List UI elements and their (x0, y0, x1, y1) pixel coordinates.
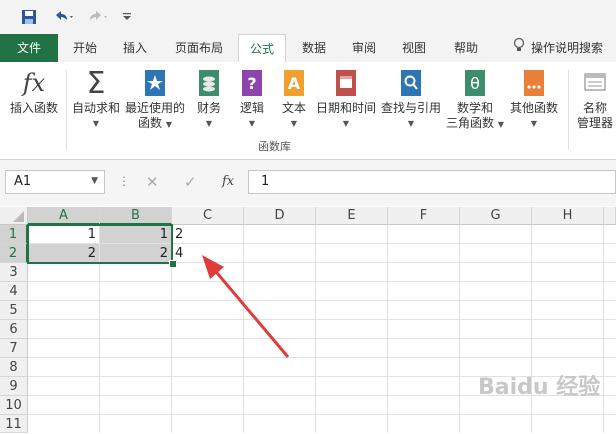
more-options-icon: ⋮ (118, 174, 130, 188)
theta-book-icon: θ (461, 68, 489, 98)
row-header-10[interactable]: 10 (0, 396, 28, 415)
row-header-4[interactable]: 4 (0, 282, 28, 301)
row-header-11[interactable]: 11 (0, 415, 28, 433)
customize-qat-icon[interactable] (120, 7, 134, 27)
logical-button[interactable]: ? 逻辑 ▼ (234, 68, 270, 131)
save-icon[interactable] (18, 7, 40, 27)
tab-insert[interactable]: 插入 (112, 34, 158, 62)
column-header-c[interactable]: C (172, 207, 244, 225)
row-header-5[interactable]: 5 (0, 301, 28, 320)
column-header-next[interactable] (604, 207, 616, 225)
column-header-f[interactable]: F (388, 207, 460, 225)
lookup-reference-button[interactable]: 查找与引用 ▼ (380, 68, 442, 131)
name-box[interactable]: A1 ▼ (5, 170, 105, 194)
quick-access-toolbar (0, 0, 616, 34)
recently-used-button[interactable]: 最近使用的 函数 ▼ (124, 68, 186, 132)
column-header-b[interactable]: B (100, 207, 172, 225)
redo-icon[interactable] (84, 7, 112, 27)
tab-home[interactable]: 开始 (62, 34, 108, 62)
enter-icon[interactable]: ✓ (184, 173, 197, 191)
svg-text:A: A (288, 74, 301, 93)
column-header-e[interactable]: E (316, 207, 388, 225)
annotation-arrow (202, 255, 290, 358)
group-label-function-library: 函数库 (258, 140, 291, 153)
tell-me-search[interactable]: 操作说明搜索 (504, 34, 612, 62)
watermark-logo: Baidu 经验 (478, 375, 601, 400)
row-header-1[interactable]: 1 (0, 225, 28, 244)
text-book-icon: A (280, 68, 308, 98)
svg-text:?: ? (247, 74, 256, 93)
formula-input[interactable]: 1 (248, 170, 616, 194)
column-header-g[interactable]: G (460, 207, 532, 225)
column-header-a[interactable]: A (28, 207, 100, 225)
undo-icon[interactable] (50, 7, 78, 27)
column-header-d[interactable]: D (244, 207, 316, 225)
sigma-icon: Σ (86, 65, 106, 101)
row-header-8[interactable]: 8 (0, 358, 28, 377)
tab-data[interactable]: 数据 (292, 34, 336, 62)
tab-help[interactable]: 帮助 (444, 34, 488, 62)
tab-file[interactable]: 文件 (0, 34, 58, 62)
magnifier-book-icon (397, 68, 425, 98)
cell-c1[interactable]: 2 (172, 225, 244, 244)
autosum-button[interactable]: Σ 自动求和 ▼ (68, 68, 124, 131)
lightbulb-icon (513, 35, 525, 63)
insert-function-button[interactable]: fx 插入函数 (4, 68, 64, 116)
tab-review[interactable]: 审阅 (342, 34, 386, 62)
row-header-6[interactable]: 6 (0, 320, 28, 339)
ribbon-tab-bar: 文件 开始 插入 页面布局 公式 数据 审阅 视图 帮助 操作说明搜索 (0, 34, 616, 63)
name-manager-icon (581, 68, 609, 98)
tell-me-label: 操作说明搜索 (530, 41, 603, 55)
financial-button[interactable]: 财务 ▼ (190, 68, 228, 131)
math-trig-button[interactable]: θ 数学和 三角函数 ▼ (444, 68, 506, 132)
tab-page-layout[interactable]: 页面布局 (166, 34, 232, 62)
formula-bar: A1 ▼ ⋮ ✕ ✓ fx 1 (0, 160, 616, 206)
column-header-h[interactable]: H (532, 207, 604, 225)
question-book-icon: ? (238, 68, 266, 98)
chevron-down-icon[interactable]: ▼ (91, 176, 98, 186)
more-functions-button[interactable]: 其他函数 ▼ (506, 68, 562, 131)
tab-view[interactable]: 视图 (392, 34, 436, 62)
date-time-button[interactable]: 日期和时间 ▼ (314, 68, 378, 131)
row-header-7[interactable]: 7 (0, 339, 28, 358)
coins-book-icon (195, 68, 223, 98)
insert-function-icon[interactable]: fx (222, 174, 234, 189)
row-header-3[interactable]: 3 (0, 263, 28, 282)
selection-border (27, 224, 173, 264)
row-header-9[interactable]: 9 (0, 377, 28, 396)
fx-icon: fx (22, 68, 46, 97)
row-header-2[interactable]: 2 (0, 244, 28, 263)
select-all-corner[interactable] (0, 207, 28, 225)
calendar-book-icon (332, 68, 360, 98)
more-book-icon (520, 68, 548, 98)
star-book-icon (141, 68, 169, 98)
name-manager-button[interactable]: 名称 管理器 (574, 68, 616, 131)
worksheet-grid: A B C D E F G H 1 2 3 4 5 6 7 8 9 10 11 … (0, 207, 616, 433)
svg-text:θ: θ (470, 74, 480, 93)
text-button[interactable]: A 文本 ▼ (276, 68, 312, 131)
cancel-icon[interactable]: ✕ (146, 173, 159, 191)
fill-handle[interactable] (169, 260, 177, 268)
tab-formulas[interactable]: 公式 (238, 34, 286, 63)
ribbon-formulas: fx 插入函数 Σ 自动求和 ▼ 最近使用的 函数 ▼ 财务 ▼ ? 逻辑 ▼ … (0, 62, 616, 160)
